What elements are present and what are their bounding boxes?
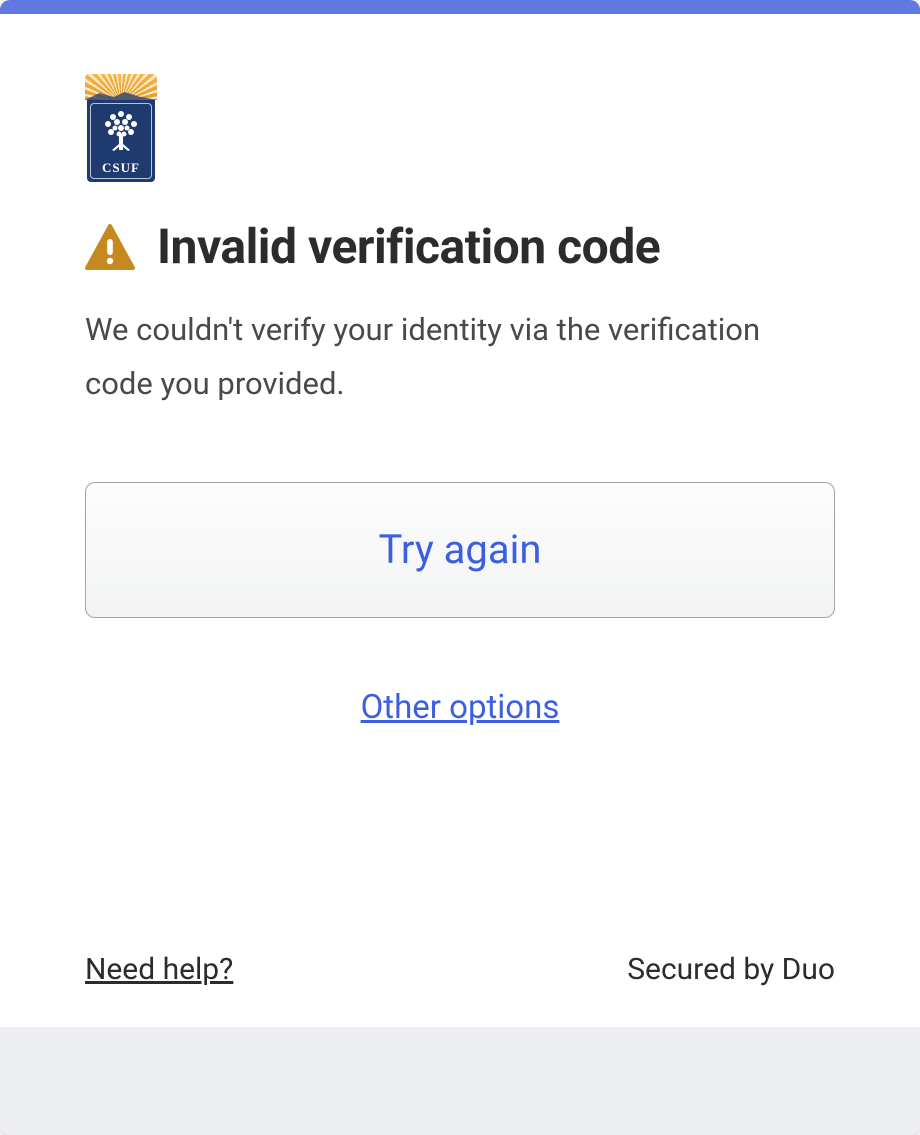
card-content: CSUF Invalid verification code We couldn… [0,14,920,952]
need-help-link[interactable]: Need help? [85,952,233,987]
error-message: We couldn't verify your identity via the… [85,303,835,412]
other-options-link[interactable]: Other options [85,688,835,727]
try-again-button[interactable]: Try again [85,482,835,618]
auth-card: CSUF Invalid verification code We couldn… [0,0,920,1135]
csuf-logo: CSUF [85,74,157,184]
bottom-band [0,1027,920,1135]
warning-icon [85,224,135,270]
accent-bar [0,0,920,14]
error-heading: Invalid verification code [157,218,660,275]
logo-label: CSUF [87,160,155,176]
heading-row: Invalid verification code [85,218,835,275]
card-footer: Need help? Secured by Duo [0,952,920,1027]
org-logo: CSUF [85,74,835,184]
secured-by-text: Secured by Duo [627,952,835,987]
